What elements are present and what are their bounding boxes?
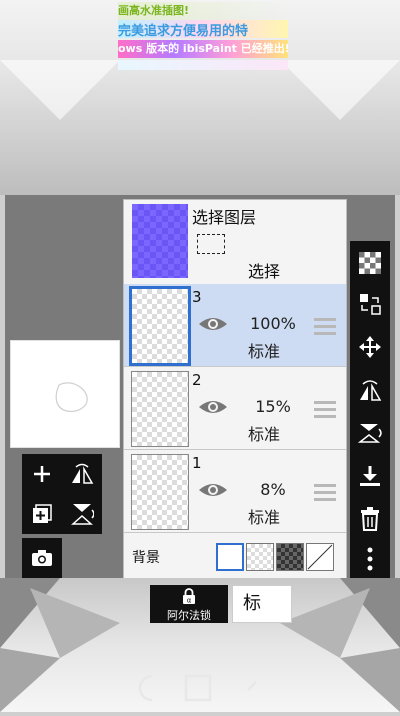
alpha-lock-button[interactable]: α 阿尔法锁 [150, 585, 228, 623]
eye-icon[interactable] [198, 397, 228, 417]
banner-line-1: 画高水准插图! [118, 2, 288, 20]
canvas-preview[interactable] [10, 340, 120, 448]
eye-icon[interactable] [198, 314, 228, 334]
flip-horizontal-icon[interactable] [62, 454, 102, 494]
layer-thumbnail [131, 454, 189, 530]
background-dark-swatch[interactable] [276, 543, 304, 571]
more-icon[interactable] [350, 539, 390, 579]
background-none-swatch[interactable] [306, 543, 334, 571]
selection-marquee-icon [197, 234, 225, 254]
right-toolbar [350, 241, 390, 580]
add-layer-icon[interactable] [22, 454, 62, 494]
alpha-lock-icon: α [183, 588, 195, 605]
merge-down-icon[interactable] [350, 456, 390, 496]
layer-row[interactable]: 1 8% 标准 [124, 450, 346, 533]
rotate-flip-icon[interactable] [350, 370, 390, 410]
background-label: 背景 [132, 550, 160, 566]
layer-opacity[interactable]: 100% [246, 314, 300, 333]
layer-opacity[interactable]: 8% [246, 480, 300, 499]
layer-blend-mode[interactable]: 标准 [248, 504, 280, 528]
eye-icon[interactable] [198, 480, 228, 500]
transform-move-icon[interactable] [350, 327, 390, 367]
drag-handle-icon[interactable] [314, 401, 336, 422]
layer-panel: 选择图层 选择 3 100% 标准 2 15% 标准 1 8% 标准 背景 [123, 199, 347, 581]
layer-row[interactable]: 2 15% 标准 [124, 367, 346, 450]
nav-icons [138, 674, 257, 702]
layer-row[interactable]: 3 100% 标准 [124, 284, 346, 367]
selection-layer-row[interactable]: 选择图层 选择 [124, 200, 346, 285]
layer-blend-mode[interactable]: 标准 [248, 421, 280, 445]
drag-handle-icon[interactable] [314, 484, 336, 505]
blend-mode-tab[interactable]: 标 [232, 585, 292, 623]
background-white-swatch[interactable] [216, 543, 244, 571]
banner-line-2: 完美追求方便易用的特 [118, 20, 288, 39]
drag-handle-icon[interactable] [314, 318, 336, 339]
background-row: 背景 [124, 537, 346, 577]
add-copy-layer-icon[interactable] [22, 494, 62, 534]
selection-layer-label: 选择 [248, 262, 281, 281]
checker-icon[interactable] [350, 243, 390, 283]
alpha-lock-label: 阿尔法锁 [167, 609, 211, 622]
svg-text:α: α [187, 597, 192, 605]
selection-layer-title: 选择图层 [192, 208, 257, 227]
camera-icon[interactable] [22, 538, 62, 578]
system-nav-bar [0, 660, 400, 712]
layer-blend-mode[interactable]: 标准 [248, 338, 280, 362]
background-transparent-swatch[interactable] [246, 543, 274, 571]
sketch-stroke [55, 382, 88, 412]
flip-rotate-icon[interactable] [350, 413, 390, 453]
banner-strip [118, 60, 288, 70]
flip-vertical-icon[interactable] [62, 494, 102, 534]
layer-opacity[interactable]: 15% [246, 397, 300, 416]
trash-icon[interactable] [350, 499, 390, 539]
left-toolbar [22, 454, 102, 534]
selection-layer-thumbnail [132, 204, 188, 278]
layer-thumbnail [129, 286, 191, 366]
layer-number: 1 [192, 454, 202, 472]
layer-number: 2 [192, 371, 202, 389]
banner-line-3: ows 版本的 ibisPaint 已经推出! [118, 40, 288, 58]
promo-banner[interactable]: 画高水准插图! 完美追求方便易用的特 ows 版本的 ibisPaint 已经推… [118, 0, 288, 70]
layer-number: 3 [192, 288, 202, 306]
layer-thumbnail [131, 371, 189, 447]
move-layer-icon[interactable] [350, 284, 390, 324]
